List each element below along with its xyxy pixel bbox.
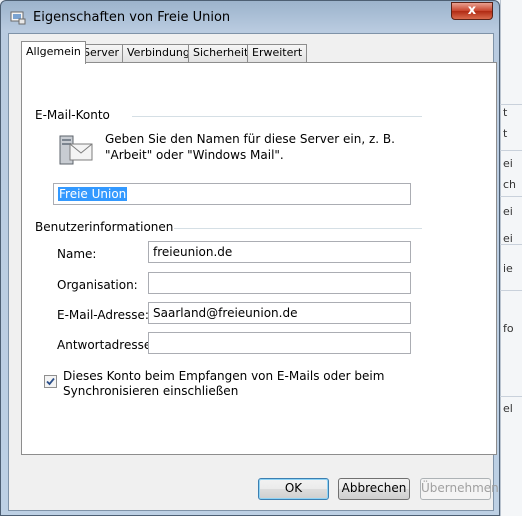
background-divider bbox=[500, 196, 522, 197]
background-divider bbox=[500, 150, 522, 151]
email-address-label: E-Mail-Adresse: bbox=[57, 308, 149, 322]
background-divider bbox=[500, 290, 522, 291]
tab-panel-allgemein: E-Mail-Konto Geben Sie den Namen für die… bbox=[21, 62, 497, 455]
account-name-value: Freie Union bbox=[58, 187, 128, 201]
reply-address-label: Antwortadresse: bbox=[57, 338, 156, 352]
background-text-fragment: t bbox=[503, 106, 508, 119]
background-text-fragment: ie bbox=[503, 262, 513, 275]
tab-sicherheit[interactable]: Sicherheit bbox=[188, 44, 254, 62]
background-text-fragment: ei bbox=[503, 205, 513, 218]
background-text-fragment: ch bbox=[503, 178, 517, 191]
close-button[interactable]: x bbox=[451, 2, 493, 20]
account-name-input[interactable]: Freie Union bbox=[53, 183, 411, 205]
title-bar[interactable]: Eigenschaften von Freie Union x bbox=[1, 1, 499, 33]
tab-erweitert[interactable]: Erweitert bbox=[247, 44, 308, 62]
account-properties-icon bbox=[10, 11, 26, 25]
cancel-button[interactable]: Abbrechen bbox=[338, 478, 410, 500]
name-input[interactable]: freieunion.de bbox=[148, 241, 411, 263]
include-account-checkbox[interactable] bbox=[44, 375, 57, 388]
email-account-group-label: E-Mail-Konto bbox=[35, 108, 110, 122]
properties-dialog: Eigenschaften von Freie Union x Allgemei… bbox=[0, 0, 500, 516]
user-info-group-label: Benutzerinformationen bbox=[35, 220, 174, 234]
reply-address-input[interactable] bbox=[148, 332, 411, 354]
tab-allgemein[interactable]: Allgemein bbox=[21, 41, 86, 64]
background-text-fragment: fo bbox=[503, 322, 514, 335]
background-text-fragment: ei bbox=[503, 232, 513, 245]
name-label: Name: bbox=[57, 247, 97, 261]
group-divider bbox=[174, 228, 422, 229]
group-divider bbox=[132, 116, 422, 117]
email-address-input[interactable]: Saarland@freieunion.de bbox=[148, 302, 411, 324]
background-text-fragment: el bbox=[503, 402, 513, 415]
dialog-client-area: Allgemein Server Verbindung Sicherheit E… bbox=[8, 33, 499, 511]
background-text-fragment: ei bbox=[503, 157, 513, 170]
checkmark-icon bbox=[46, 377, 55, 386]
organization-input[interactable] bbox=[148, 272, 411, 294]
tab-verbindung[interactable]: Verbindung bbox=[122, 44, 195, 62]
background-divider bbox=[500, 396, 522, 397]
background-divider bbox=[500, 104, 522, 105]
apply-button[interactable]: Übernehmen bbox=[420, 478, 499, 500]
organization-label: Organisation: bbox=[57, 278, 138, 292]
ok-button[interactable]: OK bbox=[258, 478, 329, 500]
mail-server-icon bbox=[59, 135, 93, 165]
background-window bbox=[500, 0, 522, 516]
account-name-description: Geben Sie den Namen für diese Server ein… bbox=[105, 132, 395, 162]
background-text-fragment: t bbox=[503, 127, 508, 140]
include-account-label[interactable]: Dieses Konto beim Empfangen von E-Mails … bbox=[63, 369, 393, 399]
window-title: Eigenschaften von Freie Union bbox=[33, 10, 231, 25]
